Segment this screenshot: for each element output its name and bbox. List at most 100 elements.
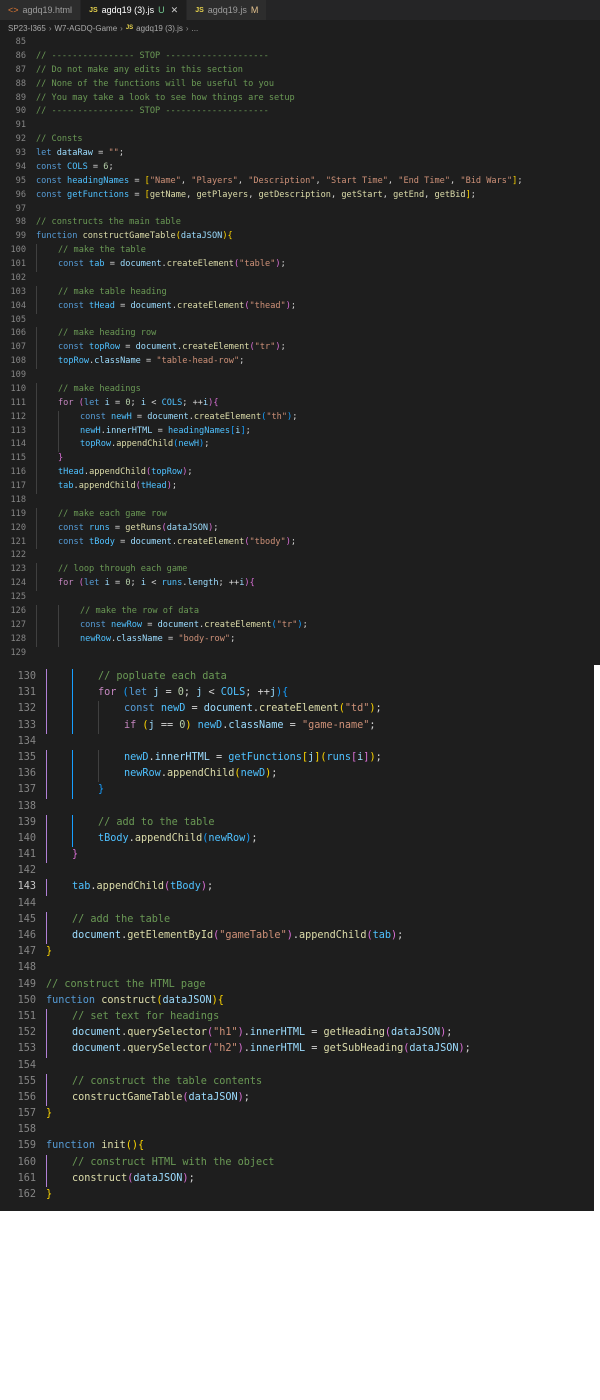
code-line[interactable]: 157} — [0, 1106, 594, 1122]
code-line[interactable]: 123 // loop through each game — [0, 563, 600, 578]
code-line[interactable]: 132 const newD = document.createElement("… — [0, 701, 594, 718]
close-icon[interactable]: ✕ — [171, 5, 179, 16]
code-line[interactable]: 141} — [0, 847, 594, 864]
code-line[interactable]: 98 // constructs the main table — [0, 216, 600, 230]
code-line[interactable]: 122 — [0, 549, 600, 563]
code-line[interactable]: 114 topRow.appendChild(newH); — [0, 438, 600, 453]
tab-agdq19-js[interactable]: JS agdq19.js M — [187, 0, 268, 20]
line-number: 120 — [10, 522, 26, 533]
code-line[interactable]: 109 — [0, 369, 600, 383]
code-line[interactable]: 156 constructGameTable(dataJSON); — [0, 1089, 594, 1107]
code-line[interactable]: 162} — [0, 1187, 594, 1203]
code-line[interactable]: 93 let dataRaw = ""; — [0, 147, 600, 161]
code-line[interactable]: 155 // construct the table contents — [0, 1073, 594, 1090]
code-line[interactable]: 118 — [0, 494, 600, 508]
code-token: newRow — [208, 832, 246, 844]
code-line[interactable]: 125 — [0, 591, 600, 605]
code-line[interactable]: 144 — [0, 896, 594, 912]
code-line[interactable]: 108 topRow.className = "table-head-row"; — [0, 355, 600, 369]
code-line[interactable]: 150 function construct(dataJSON){ — [0, 993, 594, 1009]
code-line[interactable]: 153 document.querySelector("h2").innerHTM… — [0, 1041, 594, 1058]
code-line[interactable]: 154 — [0, 1058, 594, 1074]
code-line[interactable]: 151 // set text for headings — [0, 1008, 594, 1026]
code-line[interactable]: 140 tBody.appendChild(newRow); — [0, 830, 594, 848]
code-text: // loop through each game — [26, 563, 187, 577]
line-number: 89 — [15, 92, 26, 103]
code-line[interactable]: 97 — [0, 203, 600, 217]
breadcrumb-symbol[interactable]: ... — [192, 24, 199, 33]
code-line[interactable]: 115} — [0, 452, 600, 467]
code-line[interactable]: 102 — [0, 272, 600, 286]
code-line[interactable]: 138 — [0, 799, 594, 815]
code-line[interactable]: 94 const COLS = 6; — [0, 161, 600, 175]
code-line[interactable]: 130 // popluate each data — [0, 669, 594, 686]
code-line[interactable]: 90 // ---------------- STOP -------------… — [0, 105, 600, 119]
code-line[interactable]: 86 // ---------------- STOP -------------… — [0, 50, 600, 64]
code-line[interactable]: 92 // Consts — [0, 133, 600, 147]
code-line[interactable]: 85 — [0, 36, 600, 50]
code-line[interactable]: 100 // make the table — [0, 244, 600, 258]
line-number: 90 — [15, 106, 26, 117]
code-line[interactable]: 139 // add to the table — [0, 814, 594, 831]
code-line[interactable]: 105 — [0, 314, 600, 328]
code-line[interactable]: 161 construct(dataJSON); — [0, 1170, 594, 1187]
line-number: 150 — [17, 994, 36, 1006]
code-line[interactable]: 101 const tab = document.createElement("t… — [0, 258, 600, 272]
code-line[interactable]: 160 // construct HTML with the object — [0, 1154, 594, 1171]
code-line[interactable]: 88 // None of the functions will be usefu… — [0, 78, 600, 92]
code-line[interactable]: 99 function constructGameTable(dataJSON){ — [0, 230, 600, 244]
breadcrumb-folder[interactable]: SP23-I365 — [8, 24, 46, 33]
tab-agdq19-3-js[interactable]: JS agdq19 (3).js U ✕ — [81, 0, 188, 20]
tab-agdq19-html[interactable]: <> agdq19.html — [0, 0, 82, 20]
code-line[interactable]: 112 const newH = document.createElement("… — [0, 410, 600, 425]
code-line[interactable]: 120 const runs = getRuns(dataJSON); — [0, 521, 600, 536]
code-editor-top[interactable]: 85 86 // ---------------- STOP -----------… — [0, 36, 600, 660]
code-line[interactable]: 147} — [0, 944, 594, 960]
breadcrumb-file[interactable]: agdq19 (3).js — [136, 24, 183, 33]
code-line[interactable]: 133 if (j == 0) newD.className = "game-na… — [0, 717, 594, 734]
code-line[interactable]: 111 for (let i = 0; i < COLS; ++i){ — [0, 396, 600, 411]
code-line[interactable]: 106 // make heading row — [0, 327, 600, 342]
code-line[interactable]: 103 // make table heading — [0, 285, 600, 300]
code-line[interactable]: 119 // make each game row — [0, 507, 600, 522]
code-line[interactable]: 126 // make the row of data — [0, 604, 600, 619]
code-line[interactable]: 117 tab.appendChild(tHead); — [0, 480, 600, 494]
code-line[interactable]: 149 // construct the HTML page — [0, 977, 594, 993]
code-line[interactable]: 148 — [0, 960, 594, 976]
code-line[interactable]: 107 const topRow = document.createElement… — [0, 341, 600, 356]
code-line[interactable]: 129 — [0, 647, 600, 661]
code-line[interactable]: 127 const newRow = document.createElement… — [0, 618, 600, 633]
code-line[interactable]: 87 // Do not make any edits in this secti… — [0, 64, 600, 78]
indent-guide — [36, 382, 37, 397]
code-line[interactable]: 146 document.getElementById("gameTable").… — [0, 928, 594, 945]
code-line[interactable]: 121 const tBody = document.createElement(… — [0, 535, 600, 550]
code-line[interactable]: 124 for (let i = 0; i < runs.length; ++i)… — [0, 577, 600, 591]
code-line[interactable]: 113 newH.innerHTML = headingNames[i]; — [0, 424, 600, 439]
code-line[interactable]: 89 // You may take a look to see how thin… — [0, 92, 600, 106]
code-line[interactable]: 159 function init(){ — [0, 1138, 594, 1154]
code-line[interactable]: 128 newRow.className = "body-row"; — [0, 632, 600, 647]
code-editor-bottom[interactable]: 130 // popluate each data 131 for (let j = … — [0, 669, 594, 1203]
line-number: 135 — [17, 751, 36, 763]
code-line[interactable]: 110 // make headings — [0, 382, 600, 397]
code-line[interactable]: 136 newRow.appendChild(newD); — [0, 766, 594, 783]
code-line[interactable]: 96 const getFunctions = [getName, getPlay… — [0, 189, 600, 203]
code-line[interactable]: 95 const headingNames = ["Name", "Players… — [0, 175, 600, 189]
code-token: innerHTML — [105, 425, 153, 436]
code-text: for (let i = 0; i < COLS; ++i){ — [26, 397, 219, 411]
code-line[interactable]: 142 — [0, 863, 594, 879]
code-line[interactable]: 145 // add the table — [0, 911, 594, 928]
code-line[interactable]: 91 — [0, 119, 600, 133]
code-line[interactable]: 104 const tHead = document.createElement(… — [0, 299, 600, 314]
code-line[interactable]: 131 for (let j = 0; j < COLS; ++j){ — [0, 685, 594, 702]
code-line[interactable]: 158 — [0, 1122, 594, 1138]
code-token: tHead — [89, 300, 115, 311]
code-line[interactable]: 116 tHead.appendChild(topRow); — [0, 466, 600, 480]
code-line[interactable]: 135 newD.innerHTML = getFunctions[j](runs… — [0, 749, 594, 767]
code-token: let — [36, 148, 57, 158]
code-line[interactable]: 134 — [0, 734, 594, 750]
code-line[interactable]: 143 tab.appendChild(tBody); — [0, 879, 594, 896]
code-line[interactable]: 137} — [0, 782, 594, 799]
breadcrumb-folder[interactable]: W7-AGDQ-Game — [54, 24, 117, 33]
code-line[interactable]: 152 document.querySelector("h1").innerHTM… — [0, 1025, 594, 1042]
